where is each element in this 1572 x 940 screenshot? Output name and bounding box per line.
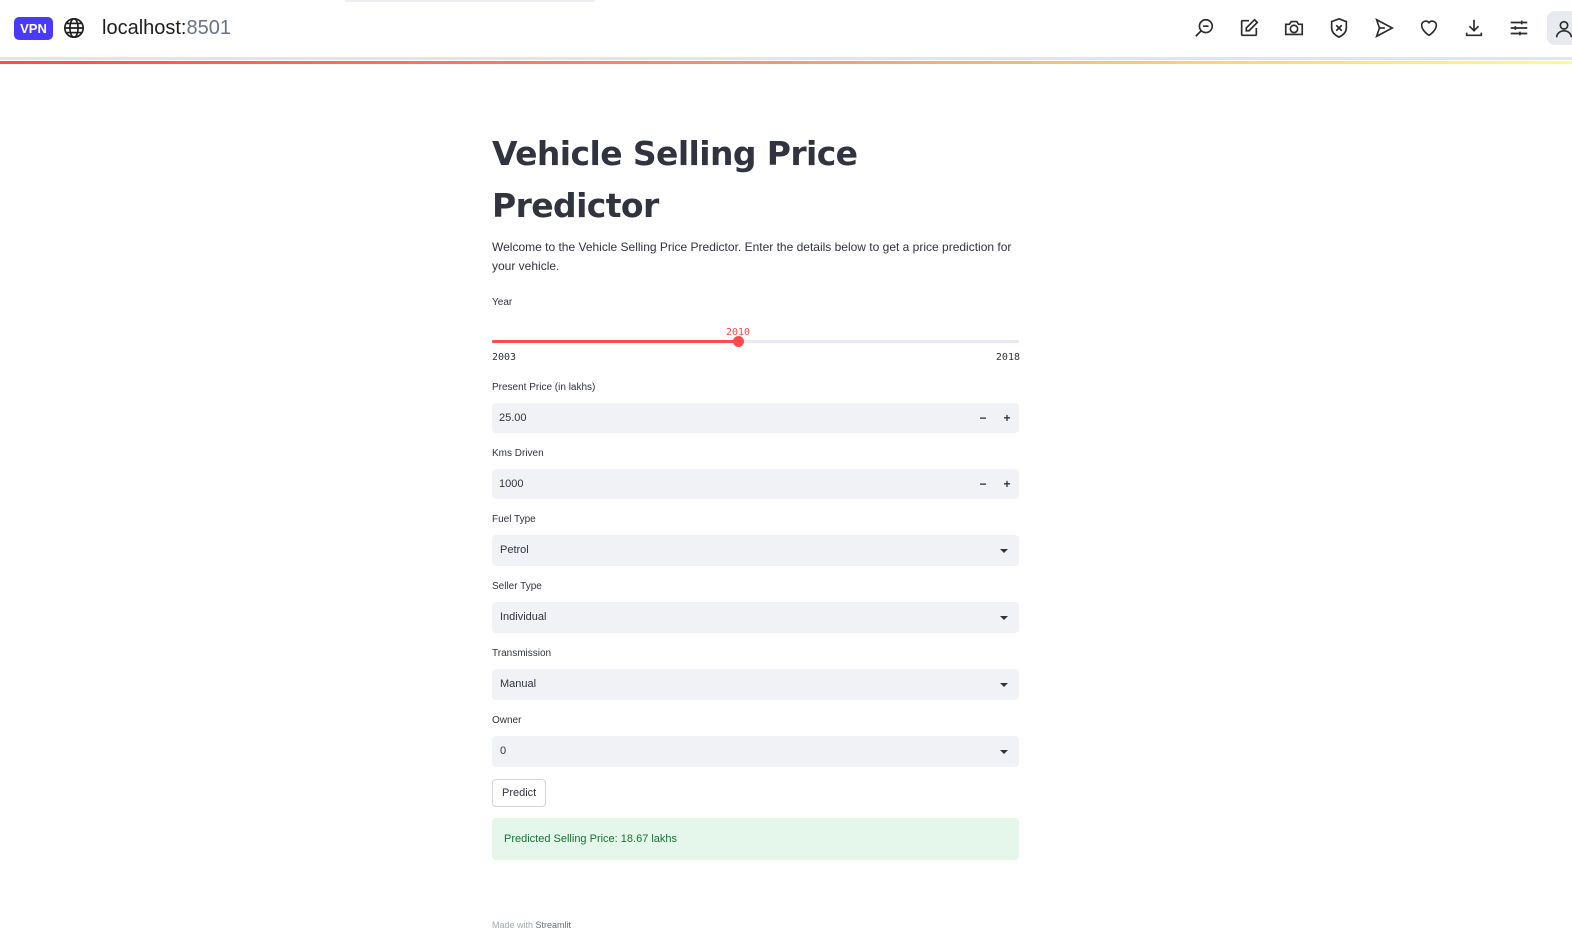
browser-toolbar: VPN localhost:8501 — [0, 0, 1572, 57]
globe-icon[interactable] — [63, 17, 85, 39]
owner-select[interactable]: 0 — [492, 736, 1019, 767]
tab-strip-hint — [345, 0, 595, 2]
intro-text: Welcome to the Vehicle Selling Price Pre… — [492, 240, 1012, 273]
fuel-type-field: Fuel Type Petrol — [492, 513, 1020, 566]
sliders-icon[interactable] — [1505, 14, 1533, 42]
vpn-badge[interactable]: VPN — [14, 17, 53, 40]
seller-type-label: Seller Type — [492, 581, 542, 592]
footer: Made with Streamlit — [492, 920, 571, 930]
slider-max-label: 2018 — [995, 352, 1020, 363]
heart-icon[interactable] — [1415, 14, 1443, 42]
chevron-down-icon[interactable] — [1000, 683, 1008, 687]
year-field: Year 2010 2003 2018 — [492, 296, 1020, 370]
address-bar[interactable]: localhost:8501 — [102, 15, 231, 41]
present-price-field: Present Price (in lakhs) 25.00 − + — [492, 381, 1020, 433]
increment-button[interactable]: + — [995, 403, 1019, 433]
shield-x-icon[interactable] — [1325, 14, 1353, 42]
chevron-down-icon[interactable] — [1000, 549, 1008, 553]
increment-button[interactable]: + — [995, 469, 1019, 499]
transmission-value: Manual — [500, 678, 537, 690]
seller-type-value: Individual — [500, 611, 547, 623]
transmission-label: Transmission — [492, 648, 552, 659]
seller-type-select[interactable]: Individual — [492, 602, 1019, 633]
slider-thumb[interactable] — [733, 336, 744, 347]
year-slider[interactable]: 2010 2003 2018 — [492, 310, 1020, 370]
present-price-value[interactable]: 25.00 — [499, 403, 527, 433]
present-price-label: Present Price (in lakhs) — [492, 382, 596, 393]
streamlit-decoration-bar — [0, 61, 1572, 64]
owner-field: Owner 0 — [492, 714, 1020, 767]
slider-track-fill — [492, 340, 738, 343]
kms-driven-field: Kms Driven 1000 − + — [492, 447, 1020, 499]
send-icon[interactable] — [1370, 14, 1398, 42]
fuel-type-select[interactable]: Petrol — [492, 535, 1019, 566]
slider-min-label: 2003 — [492, 352, 517, 363]
year-label: Year — [492, 297, 513, 308]
profile-icon[interactable] — [1547, 11, 1572, 45]
page-title: Vehicle Selling Price Predictor — [492, 134, 858, 225]
kms-driven-input[interactable]: 1000 − + — [492, 469, 1019, 499]
seller-type-field: Seller Type Individual — [492, 580, 1020, 633]
present-price-input[interactable]: 25.00 − + — [492, 403, 1019, 433]
kms-driven-value[interactable]: 1000 — [499, 469, 523, 499]
fuel-type-value: Petrol — [500, 544, 529, 556]
app-main: Vehicle Selling Price Predictor Welcome … — [492, 128, 1020, 860]
url-host: localhost: — [102, 17, 187, 39]
decrement-button[interactable]: − — [971, 469, 995, 499]
chevron-down-icon[interactable] — [1000, 616, 1008, 620]
download-icon[interactable] — [1460, 14, 1488, 42]
chevron-down-icon[interactable] — [1000, 750, 1008, 754]
decrement-button[interactable]: − — [971, 403, 995, 433]
streamlit-link[interactable]: Streamlit — [536, 920, 572, 930]
owner-value: 0 — [500, 745, 507, 757]
kms-driven-label: Kms Driven — [492, 448, 544, 459]
url-port: 8501 — [186, 17, 232, 39]
owner-label: Owner — [492, 715, 522, 726]
transmission-select[interactable]: Manual — [492, 669, 1019, 700]
camera-icon[interactable] — [1280, 14, 1308, 42]
fuel-type-label: Fuel Type — [492, 514, 536, 525]
edit-icon[interactable] — [1235, 14, 1263, 42]
transmission-field: Transmission Manual — [492, 647, 1020, 700]
toolbar-divider — [0, 57, 1572, 60]
search-icon[interactable] — [1190, 14, 1218, 42]
footer-made-with: Made with — [492, 920, 536, 930]
predict-button[interactable]: Predict — [492, 779, 547, 807]
prediction-result: Predicted Selling Price: 18.67 lakhs — [492, 818, 1019, 860]
